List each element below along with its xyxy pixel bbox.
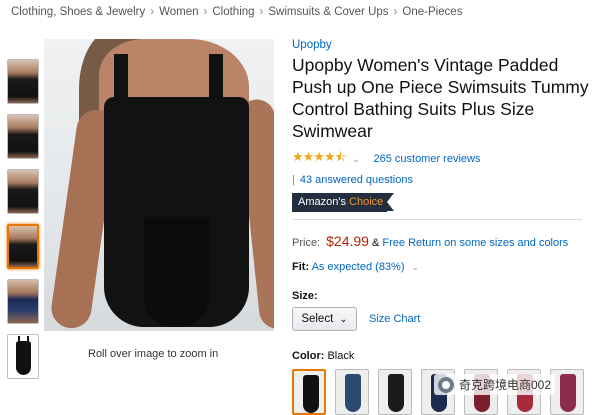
breadcrumb-item-one-pieces[interactable]: One-Pieces — [402, 6, 462, 18]
chevron-down-icon[interactable]: ⌄ — [352, 154, 360, 165]
size-row: Select ⌄ Size Chart — [292, 307, 597, 331]
answered-questions-link[interactable]: 43 answered questions — [300, 174, 413, 186]
thumbnail-2[interactable] — [7, 114, 39, 159]
color-value: Black — [327, 350, 355, 362]
product-info: Upopby Upopby Women's Vintage Padded Pus… — [292, 39, 597, 415]
swatch-shape — [388, 374, 404, 412]
strap-shape — [27, 336, 29, 344]
rating-row: ★★★★⯪ ⌄ 265 customer reviews — [292, 148, 597, 170]
badge-tail-shape — [387, 193, 395, 211]
color-swatch-2[interactable] — [335, 369, 369, 415]
watermark-text: 奇克跨境电商002 — [459, 378, 552, 392]
price-value: $24.99 — [326, 233, 369, 249]
separator: | — [292, 174, 295, 186]
swimsuit-shape — [16, 341, 31, 375]
main-product-image[interactable] — [44, 39, 274, 331]
thumbnail-5[interactable] — [7, 279, 39, 324]
breadcrumb: Clothing, Shoes & Jewelry › Women › Clothing… — [11, 6, 462, 18]
badge-prefix: Amazon's — [298, 196, 346, 208]
amazons-choice-badge: Amazon's Choice — [292, 193, 395, 212]
fit-value-link[interactable]: As expected (83%) — [312, 261, 405, 273]
color-row: Color: Black — [292, 350, 597, 362]
reviews-link[interactable]: 265 customer reviews — [373, 153, 480, 165]
breadcrumb-item-clothing[interactable]: Clothing — [212, 6, 254, 18]
breadcrumb-separator-icon: › — [259, 6, 264, 18]
thumbnail-list — [7, 59, 41, 389]
thumbnail-4-selected[interactable] — [7, 224, 39, 269]
wechat-icon — [438, 376, 454, 393]
breadcrumb-separator-icon: › — [203, 6, 208, 18]
badge-choice: Choice — [349, 196, 384, 208]
breadcrumb-separator-icon: › — [150, 6, 155, 18]
color-swatch-1[interactable] — [292, 369, 326, 415]
thumbnail-6[interactable] — [7, 334, 39, 379]
size-select-value: Select — [301, 313, 334, 325]
chevron-down-icon: ⌄ — [339, 313, 348, 325]
thumbnail-1[interactable] — [7, 59, 39, 104]
color-label: Color: — [292, 350, 325, 362]
price-label: Price: — [292, 237, 321, 249]
size-chart-link[interactable]: Size Chart — [369, 313, 420, 325]
fit-row: Fit: As expected (83%) ⌄ — [292, 261, 597, 273]
qa-row: | 43 answered questions — [292, 174, 597, 186]
breadcrumb-item-swimsuits-cover-ups[interactable]: Swimsuits & Cover Ups — [268, 6, 388, 18]
size-label: Size: — [292, 290, 318, 302]
breadcrumb-item-clothing-shoes-jewelry[interactable]: Clothing, Shoes & Jewelry — [11, 6, 145, 18]
brand-link[interactable]: Upopby — [292, 39, 597, 51]
swimsuit-shape — [104, 97, 249, 327]
free-return-link[interactable]: Free Return on some sizes and colors — [382, 237, 568, 249]
fit-label: Fit: — [292, 261, 310, 273]
price-row: Price: $24.99 & Free Return on some sizes… — [292, 233, 597, 249]
zoom-hint: Roll over image to zoom in — [88, 348, 219, 360]
watermark: 奇克跨境电商002 — [434, 374, 556, 395]
price-amp: & — [372, 237, 380, 249]
size-select[interactable]: Select ⌄ — [292, 307, 357, 331]
thumbnail-3[interactable] — [7, 169, 39, 214]
breadcrumb-separator-icon: › — [393, 6, 398, 18]
product-title: Upopby Women's Vintage Padded Push up On… — [292, 55, 589, 141]
breadcrumb-item-women[interactable]: Women — [159, 6, 198, 18]
swatch-shape — [303, 375, 319, 413]
color-swatch-7[interactable] — [550, 369, 584, 415]
strap-shape — [18, 336, 20, 344]
swatch-shape — [560, 374, 576, 412]
star-rating-icon[interactable]: ★★★★⯪ — [292, 148, 347, 170]
divider — [292, 219, 582, 220]
color-swatch-3[interactable] — [378, 369, 412, 415]
swatch-shape — [345, 374, 361, 412]
chevron-down-icon[interactable]: ⌄ — [412, 262, 420, 272]
